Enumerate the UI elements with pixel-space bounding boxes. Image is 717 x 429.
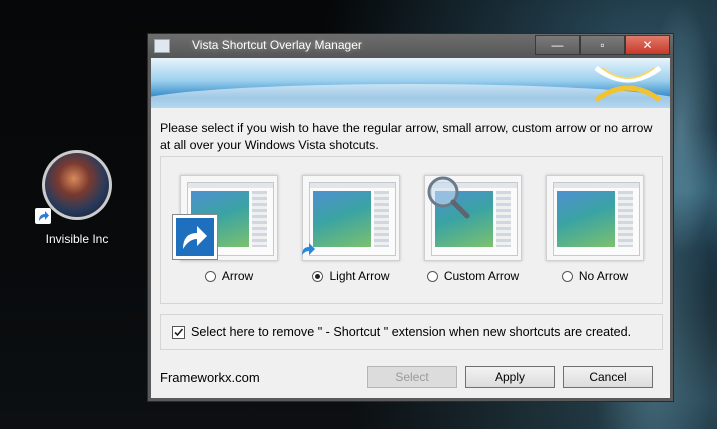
arrow-options-panel: Arrow Light Arrow Custom Arrow No Arrow: [160, 156, 663, 304]
large-arrow-icon: [172, 214, 218, 260]
maximize-button[interactable]: ▫: [580, 35, 625, 55]
small-arrow-icon: [302, 243, 315, 255]
option-label: Custom Arrow: [443, 269, 520, 283]
option-label: No Arrow: [578, 269, 629, 283]
remove-extension-panel: Select here to remove " - Shortcut " ext…: [160, 314, 663, 350]
option-light-arrow[interactable]: Light Arrow: [302, 175, 400, 283]
radio-no-arrow[interactable]: [561, 270, 573, 282]
desktop-icon-label: Invisible Inc: [45, 232, 109, 246]
title-bar[interactable]: Vista Shortcut Overlay Manager — ▫ ✕: [148, 34, 673, 58]
remove-extension-label[interactable]: Select here to remove " - Shortcut " ext…: [191, 325, 631, 339]
header-banner: [151, 58, 670, 108]
app-icon: [42, 150, 112, 220]
frameworkx-logo-icon: [594, 65, 662, 103]
window-client-area: Please select if you wish to have the re…: [151, 58, 670, 398]
window-app-icon: [154, 39, 170, 53]
cancel-button[interactable]: Cancel: [563, 366, 653, 388]
radio-custom-arrow[interactable]: [426, 270, 438, 282]
radio-light-arrow[interactable]: [312, 270, 324, 282]
preview-image: [424, 175, 522, 261]
option-label: Arrow: [221, 269, 254, 283]
shortcut-arrow-icon: [35, 208, 51, 224]
radio-arrow[interactable]: [204, 270, 216, 282]
frameworkx-link[interactable]: Frameworkx.com: [160, 370, 260, 385]
window-title: Vista Shortcut Overlay Manager: [192, 38, 362, 52]
preview-image: [172, 175, 278, 261]
preview-image: [302, 175, 400, 261]
close-button[interactable]: ✕: [625, 35, 670, 55]
remove-extension-checkbox[interactable]: [172, 326, 185, 339]
select-button[interactable]: Select: [367, 366, 457, 388]
app-window: Vista Shortcut Overlay Manager — ▫ ✕ Ple…: [147, 33, 674, 402]
instructions-text: Please select if you wish to have the re…: [160, 121, 653, 152]
option-no-arrow[interactable]: No Arrow: [546, 175, 644, 283]
option-arrow[interactable]: Arrow: [172, 175, 278, 283]
option-custom-arrow[interactable]: Custom Arrow: [424, 175, 522, 283]
desktop-shortcut-invisible-inc[interactable]: Invisible Inc: [33, 150, 121, 246]
minimize-button[interactable]: —: [535, 35, 580, 55]
apply-button[interactable]: Apply: [465, 366, 555, 388]
magnifier-icon: [427, 176, 470, 219]
preview-image: [546, 175, 644, 261]
option-label: Light Arrow: [329, 269, 390, 283]
